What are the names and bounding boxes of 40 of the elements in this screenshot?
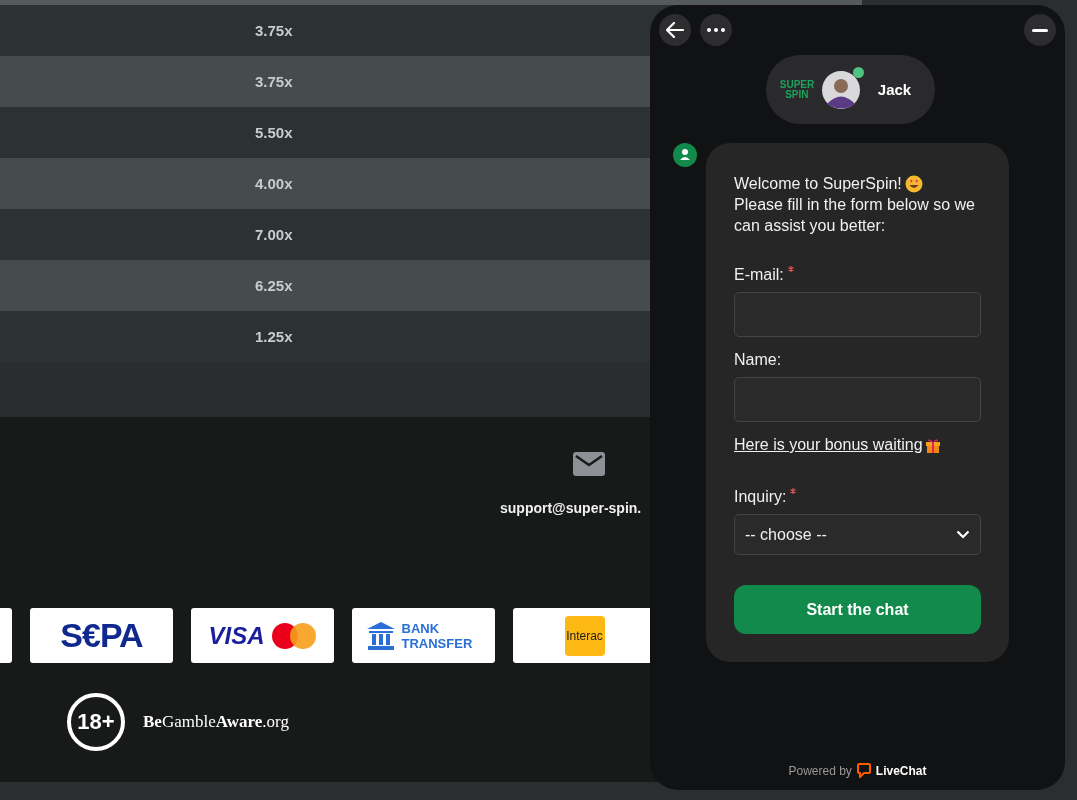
field-label: Inquiry: (734, 488, 787, 506)
intro-text: Please fill in the form below so we can assist you better: (734, 195, 976, 236)
minimize-icon (1032, 28, 1048, 32)
input-field[interactable] (734, 292, 981, 337)
avatar-icon (821, 70, 860, 109)
minimize-button[interactable] (1024, 14, 1056, 46)
multiplier-cell: 3.75x (255, 22, 293, 39)
back-arrow-icon (666, 22, 684, 38)
start-chat-button[interactable]: Start the chat (734, 585, 981, 634)
livechat-link[interactable]: LiveChat (875, 763, 927, 778)
visa-mastercard-logo: VISA (191, 608, 334, 663)
multiplier-cell: 5.50x (255, 124, 293, 141)
multiplier-cell: 3.75x (255, 73, 293, 90)
input-field[interactable] (734, 377, 981, 422)
back-button[interactable] (659, 14, 691, 46)
brand-logo: SUPER SPIN (779, 79, 814, 100)
multiplier-cell: 6.25x (255, 277, 293, 294)
support-email[interactable]: support@super-spin. (500, 500, 642, 516)
multiplier-cell: 7.00x (255, 226, 293, 243)
gamble-aware-logo[interactable]: BeGambleAware.org (143, 712, 289, 732)
heart-eyes-emoji-icon (904, 174, 923, 193)
inquiry-dropdown[interactable]: -- choose -- (734, 514, 981, 555)
field-label: Name: (734, 351, 782, 369)
chevron-down-icon (956, 530, 970, 539)
field-label: E-mail: (734, 266, 784, 284)
multiplier-cell: 1.25x (255, 328, 293, 345)
gift-icon (924, 437, 941, 453)
welcome-text: Welcome to SuperSpin! (734, 174, 902, 194)
more-options-button[interactable] (700, 14, 732, 46)
powered-by-text: Powered by (788, 763, 852, 778)
age-badge: 18+ (67, 693, 125, 751)
mail-icon (573, 450, 605, 478)
agent-name: Jack (877, 81, 912, 98)
multiplier-cell: 4.00x (255, 175, 293, 192)
sepa-logo: S€PA (30, 608, 173, 663)
bot-avatar-icon (673, 143, 697, 167)
chat-bubble-icon (856, 763, 871, 778)
bonus-link[interactable]: Here is your bonus waiting (734, 436, 923, 454)
bank-transfer-logo: BANK TRANSFER (352, 608, 495, 663)
more-icon (707, 28, 725, 32)
